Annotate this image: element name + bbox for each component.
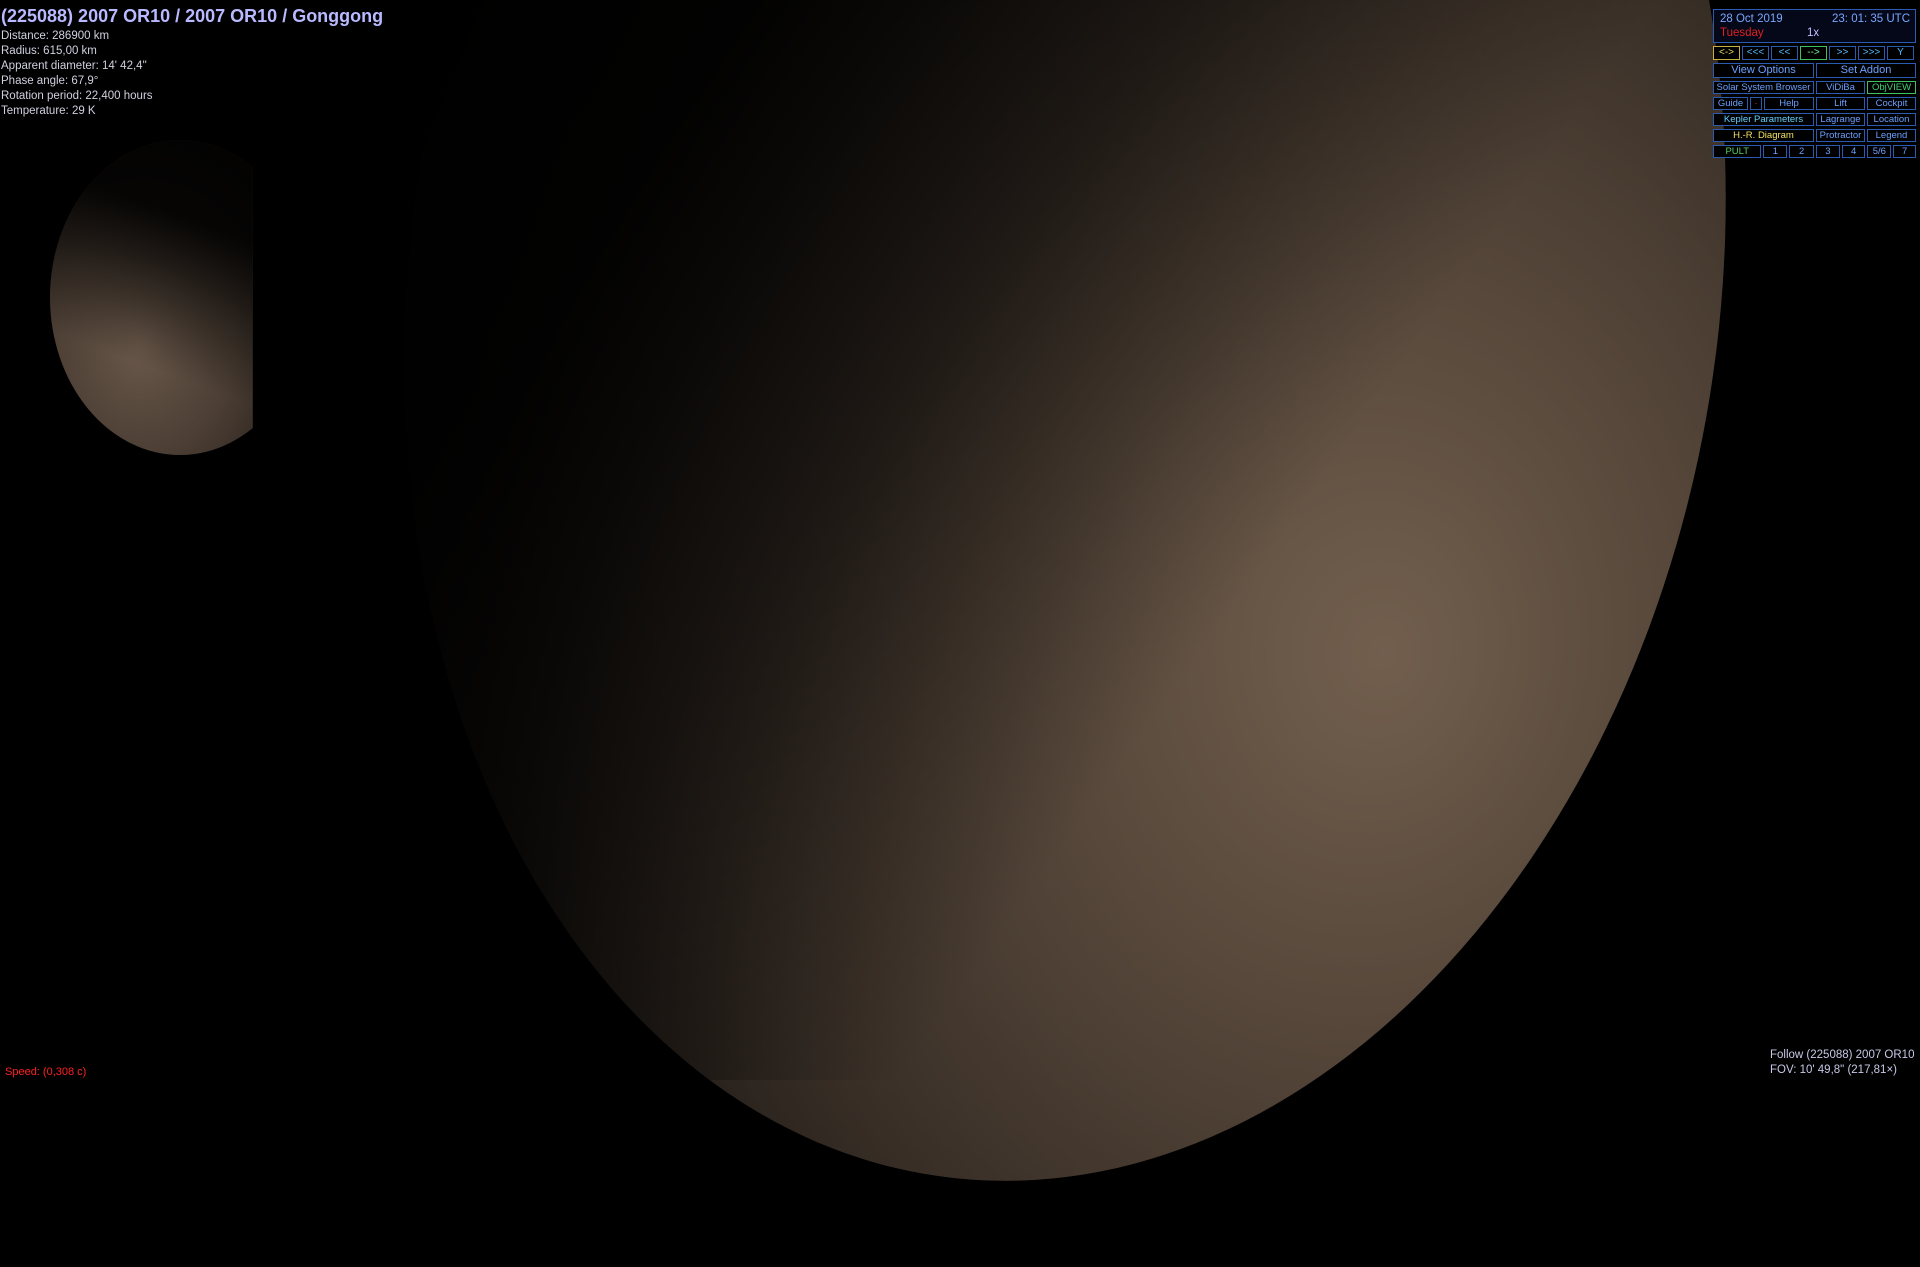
menu-toggle-icon[interactable]: Y: [1887, 46, 1914, 60]
objview-button[interactable]: ObjVIEW: [1867, 81, 1916, 94]
preset-56-button[interactable]: 5/6: [1867, 145, 1892, 158]
fov-readout: FOV: 10' 49,8" (217,81×): [1770, 1064, 1897, 1076]
info-temperature: Temperature: 29 K: [1, 105, 96, 117]
protractor-button[interactable]: Protractor: [1816, 129, 1865, 142]
clock-day: Tuesday: [1720, 27, 1764, 39]
hr-diagram-button[interactable]: H.-R. Diagram: [1713, 129, 1814, 142]
control-panel: 28 Oct 2019 23: 01: 35 UTC Tuesday 1x <-…: [1713, 9, 1916, 158]
fastest-button[interactable]: >>>: [1858, 46, 1885, 60]
gonggong-planet: [290, 0, 1840, 1267]
reverse-time-button[interactable]: <->: [1713, 46, 1740, 60]
preset-1-button[interactable]: 1: [1763, 145, 1788, 158]
realtime-button[interactable]: -->: [1800, 46, 1827, 60]
clock-display[interactable]: 28 Oct 2019 23: 01: 35 UTC Tuesday 1x: [1713, 9, 1916, 43]
time-controls: <-> <<< << --> >> >>> Y: [1713, 46, 1916, 60]
preset-4-button[interactable]: 4: [1841, 145, 1866, 158]
info-phase-angle: Phase angle: 67,9°: [1, 75, 99, 87]
location-button[interactable]: Location: [1867, 113, 1916, 126]
lift-button[interactable]: Lift: [1816, 97, 1865, 110]
lagrange-button[interactable]: Lagrange: [1816, 113, 1865, 126]
legend-button[interactable]: Legend: [1867, 129, 1916, 142]
help-button[interactable]: Help: [1764, 97, 1814, 110]
clock-time: 23: 01: 35 UTC: [1832, 13, 1910, 25]
set-addon-button[interactable]: Set Addon: [1816, 63, 1916, 78]
pult-button[interactable]: PULT: [1713, 145, 1762, 158]
preset-2-button[interactable]: 2: [1789, 145, 1814, 158]
info-rotation-period: Rotation period: 22,400 hours: [1, 90, 153, 102]
follow-status: Follow (225088) 2007 OR10 FOV: 10' 49,8"…: [1770, 1048, 1920, 1078]
object-title: (225088) 2007 OR10 / 2007 OR10 / Gonggon…: [1, 6, 384, 26]
info-radius: Radius: 615,00 km: [1, 45, 97, 57]
preset-3-button[interactable]: 3: [1815, 145, 1840, 158]
guide-button[interactable]: Guide: [1713, 97, 1748, 110]
guide-toggle-icon[interactable]: ·: [1750, 97, 1762, 110]
kepler-parameters-button[interactable]: Kepler Parameters: [1713, 113, 1814, 126]
moon-shadow: [50, 140, 253, 455]
view-options-button[interactable]: View Options: [1713, 63, 1814, 78]
speed-readout: Speed: (0,308 c): [5, 1066, 87, 1078]
vidiba-button[interactable]: ViDiBa: [1816, 81, 1865, 94]
faster-button[interactable]: >>: [1829, 46, 1856, 60]
object-info-panel: (225088) 2007 OR10 / 2007 OR10 / Gonggon…: [1, 6, 383, 119]
follow-target: Follow (225088) 2007 OR10: [1770, 1049, 1915, 1061]
info-apparent-diameter: Apparent diameter: 14' 42,4": [1, 60, 147, 72]
fastest-slower-button[interactable]: <<<: [1742, 46, 1769, 60]
preset-7-button[interactable]: 7: [1893, 145, 1916, 158]
slower-button[interactable]: <<: [1771, 46, 1798, 60]
cockpit-button[interactable]: Cockpit: [1867, 97, 1916, 110]
info-distance: Distance: 286900 km: [1, 30, 110, 42]
time-rate: 1x: [1807, 27, 1820, 39]
solar-system-browser-button[interactable]: Solar System Browser: [1713, 81, 1814, 94]
clock-date: 28 Oct 2019: [1720, 13, 1783, 25]
